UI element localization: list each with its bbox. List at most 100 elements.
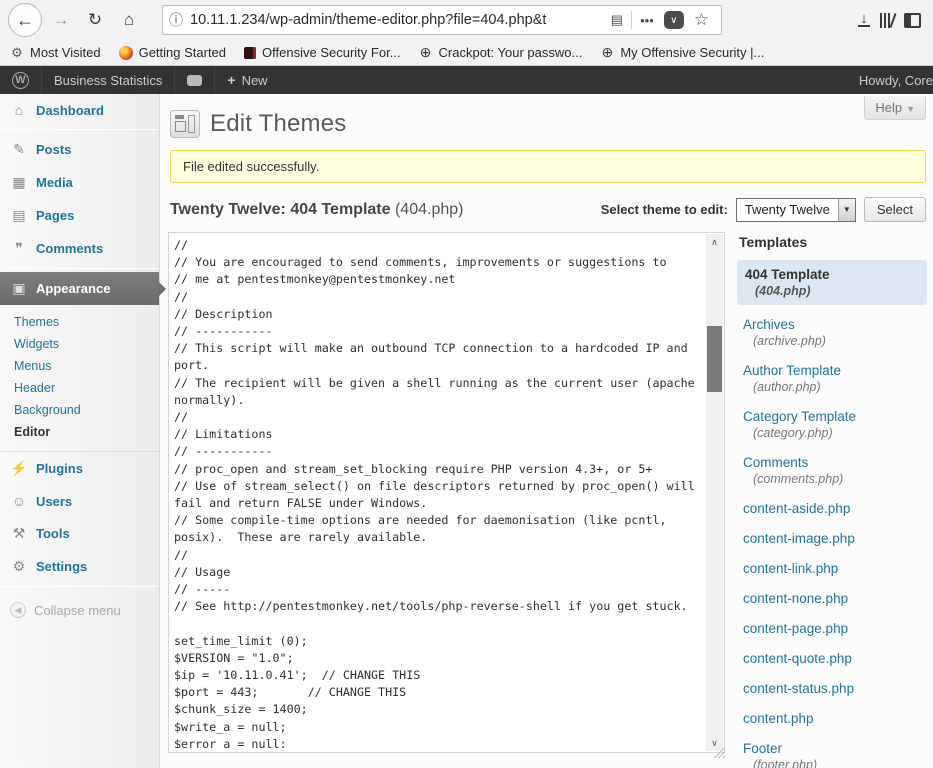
template-name-link[interactable]: 404 Template — [745, 266, 919, 283]
template-name-link[interactable]: Footer — [743, 740, 921, 757]
template-list-item[interactable]: Comments (comments.php) — [737, 452, 927, 489]
bookmark-item[interactable]: My Offensive Security |... — [600, 45, 764, 60]
pocket-icon[interactable]: ∨ — [664, 11, 684, 29]
sidebar-toggle-icon[interactable] — [904, 13, 921, 28]
template-name-link[interactable]: content-link.php — [743, 560, 921, 577]
submenu-item[interactable]: Editor — [0, 421, 159, 443]
forward-button-icon[interactable]: → — [46, 5, 76, 35]
home-button-icon[interactable]: ⌂ — [114, 5, 144, 35]
url-text[interactable]: 10.11.1.234/wp-admin/theme-editor.php?fi… — [190, 12, 605, 28]
template-list-item[interactable]: Archives (archive.php) — [737, 314, 927, 351]
urlbar-separator — [631, 11, 632, 29]
bookmark-star-icon[interactable]: ☆ — [688, 10, 715, 30]
template-name-link[interactable]: Category Template — [743, 408, 921, 425]
settings-icon: ⚙ — [10, 558, 28, 575]
collapse-menu-button[interactable]: ◀ Collapse menu — [0, 590, 159, 630]
page-actions-icon[interactable]: ••• — [634, 13, 660, 28]
help-button[interactable]: Help▼ — [864, 96, 926, 120]
template-list-item[interactable]: content.php — [737, 708, 927, 729]
submenu-item[interactable]: Header — [0, 377, 159, 399]
site-name-menu[interactable]: Business Statistics — [42, 66, 175, 94]
template-list-item[interactable]: content-aside.php — [737, 498, 927, 519]
dashboard-icon: ⌂ — [10, 102, 28, 118]
back-button-icon[interactable]: ← — [8, 3, 42, 37]
account-menu[interactable]: Howdy, Core — [859, 73, 933, 88]
menu-separator — [0, 268, 159, 269]
template-name-link[interactable]: content-aside.php — [743, 500, 921, 517]
url-bar[interactable]: ⓘ 10.11.1.234/wp-admin/theme-editor.php?… — [162, 5, 722, 35]
template-name-link[interactable]: Archives — [743, 316, 921, 333]
wp-logo-menu[interactable]: W — [0, 66, 42, 94]
code-editor[interactable]: // // You are encouraged to send comment… — [168, 232, 725, 753]
new-content-menu[interactable]: + New — [215, 66, 279, 94]
sidebar-item-tools[interactable]: ⚒ Tools — [0, 517, 159, 550]
template-name-link[interactable]: content-status.php — [743, 680, 921, 697]
sidebar-item-dashboard[interactable]: ⌂ Dashboard — [0, 94, 159, 126]
submenu-item-label: Background — [14, 403, 81, 417]
sidebar-item-pages[interactable]: ▤ Pages — [0, 199, 159, 232]
theme-select[interactable]: Twenty Twelve ▼ — [736, 198, 856, 222]
template-list-item[interactable]: Footer (footer.php) — [737, 738, 927, 768]
page-title: Edit Themes — [210, 110, 347, 138]
template-name-link[interactable]: Comments — [743, 454, 921, 471]
bookmark-item[interactable]: Crackpot: Your passwo... — [419, 45, 583, 60]
sidebar-item-plugins[interactable]: ⚡ Plugins — [0, 452, 159, 485]
sidebar-item-appearance[interactable]: ▣ Appearance — [0, 272, 159, 305]
bookmark-label: Most Visited — [30, 45, 101, 60]
submenu-item[interactable]: Background — [0, 399, 159, 421]
bookmark-item[interactable]: Most Visited — [10, 45, 101, 60]
bookmark-item[interactable]: Offensive Security For... — [244, 45, 400, 60]
template-list-item[interactable]: Category Template (category.php) — [737, 406, 927, 443]
code-text[interactable]: // // You are encouraged to send comment… — [174, 237, 702, 748]
sidebar-item-settings[interactable]: ⚙ Settings — [0, 550, 159, 583]
template-name-link[interactable]: content-page.php — [743, 620, 921, 637]
template-list-item[interactable]: 404 Template (404.php) — [737, 260, 927, 305]
template-list-item[interactable]: content-none.php — [737, 588, 927, 609]
scrollbar-thumb[interactable] — [707, 326, 722, 392]
select-theme-button[interactable]: Select — [864, 197, 926, 222]
template-list-item[interactable]: Author Template (author.php) — [737, 360, 927, 397]
document-title: Twenty Twelve: 404 Template (404.php) — [170, 201, 463, 219]
site-info-icon[interactable]: ⓘ — [169, 10, 183, 30]
appearance-icon: ▣ — [10, 280, 28, 297]
users-icon: ☺ — [10, 493, 28, 509]
sidebar-item-users[interactable]: ☺ Users — [0, 485, 159, 517]
document-title-name: Twenty Twelve: 404 Template — [170, 201, 391, 218]
template-list-item[interactable]: content-link.php — [737, 558, 927, 579]
template-list-item[interactable]: content-quote.php — [737, 648, 927, 669]
submenu-item[interactable]: Menus — [0, 355, 159, 377]
template-list-item[interactable]: content-image.php — [737, 528, 927, 549]
reader-mode-icon[interactable]: ▤ — [605, 12, 629, 28]
theme-select-value: Twenty Twelve — [737, 199, 838, 221]
template-name-link[interactable]: Author Template — [743, 362, 921, 379]
downloads-icon[interactable]: ↓ — [858, 14, 870, 27]
library-icon[interactable] — [880, 12, 894, 28]
template-list-item[interactable]: content-page.php — [737, 618, 927, 639]
editor-scrollbar[interactable]: ∧ ∨ — [706, 234, 723, 751]
template-list-item[interactable]: content-status.php — [737, 678, 927, 699]
select-dropdown-icon[interactable]: ▼ — [838, 199, 855, 221]
submenu-item[interactable]: Widgets — [0, 333, 159, 355]
edit-themes-icon — [170, 110, 200, 138]
appearance-submenu: Themes Widgets Menus Header — [0, 305, 159, 452]
submenu-item-label: Editor — [14, 425, 50, 439]
template-name-link[interactable]: content-quote.php — [743, 650, 921, 667]
reload-button-icon[interactable]: ↻ — [80, 5, 110, 35]
scroll-down-icon[interactable]: ∨ — [706, 735, 723, 751]
success-notice: File edited successfully. — [170, 150, 926, 183]
template-name-link[interactable]: content-image.php — [743, 530, 921, 547]
bookmark-item[interactable]: Getting Started — [119, 45, 226, 60]
pages-icon: ▤ — [10, 207, 28, 224]
sidebar-item-posts[interactable]: ✎ Posts — [0, 133, 159, 166]
submenu-item[interactable]: Themes — [0, 311, 159, 333]
template-name-link[interactable]: content.php — [743, 710, 921, 727]
template-name-link[interactable]: content-none.php — [743, 590, 921, 607]
tools-icon: ⚒ — [10, 525, 28, 542]
comments-menu[interactable] — [175, 66, 215, 94]
menu-separator — [0, 129, 159, 130]
template-file-name: (category.php) — [743, 426, 921, 441]
sidebar-item-comments[interactable]: ❞ Comments — [0, 232, 159, 265]
bookmark-icon — [600, 46, 614, 60]
sidebar-item-media[interactable]: ▦ Media — [0, 166, 159, 199]
scroll-up-icon[interactable]: ∧ — [706, 234, 723, 250]
